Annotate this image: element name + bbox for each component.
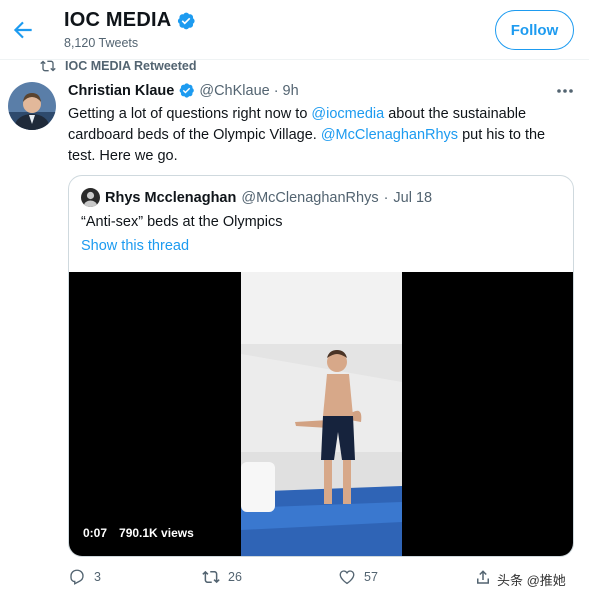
quoted-avatar [81, 188, 100, 207]
back-arrow-icon[interactable] [10, 17, 36, 43]
profile-header: IOC MEDIA 8,120 Tweets Follow [0, 0, 589, 60]
avatar[interactable] [8, 82, 56, 130]
quoted-author-name: Rhys Mcclenaghan [105, 189, 237, 206]
mention-link[interactable]: @iocmedia [311, 106, 384, 122]
separator-dot: · [273, 82, 279, 99]
author-handle[interactable]: @ChKlaue [199, 83, 269, 99]
video-duration: 0:07 [83, 526, 108, 540]
video-overlay: 0:07 790.1K views [83, 526, 194, 540]
page-title: IOC MEDIA [64, 9, 172, 31]
tweet-text: Getting a lot of questions right now to … [68, 104, 574, 167]
reply-button[interactable]: 3 [68, 568, 101, 586]
more-options-icon[interactable] [556, 88, 574, 94]
retweet-count: 26 [228, 570, 242, 584]
tweet-text-part: Getting a lot of questions right now to [68, 106, 312, 122]
like-button[interactable]: 57 [338, 568, 378, 586]
quoted-author-handle: @McClenaghanRhys [241, 189, 379, 206]
retweet-button[interactable]: 26 [202, 568, 242, 586]
tweet-count: 8,120 Tweets [64, 36, 139, 50]
tweet-author-row: Christian Klaue @ChKlaue · 9h [68, 82, 299, 99]
retweet-label: IOC MEDIA Retweeted [65, 59, 197, 73]
retweet-context: IOC MEDIA Retweeted [40, 58, 197, 74]
title-row: IOC MEDIA [64, 9, 196, 32]
show-thread-link[interactable]: Show this thread [81, 238, 189, 254]
video-views: 790.1K views [119, 526, 194, 540]
author-name[interactable]: Christian Klaue [68, 83, 174, 99]
share-button[interactable] [474, 568, 492, 586]
quoted-text: “Anti-sex” beds at the Olympics [81, 214, 283, 230]
tweet-time[interactable]: 9h [283, 83, 299, 99]
video-frame [241, 272, 402, 556]
mention-link[interactable]: @McClenaghanRhys [321, 127, 458, 143]
reply-icon [70, 569, 84, 585]
share-icon [477, 570, 489, 584]
reply-count: 3 [94, 570, 101, 584]
retweet-icon [40, 60, 56, 72]
like-count: 57 [364, 570, 378, 584]
follow-button[interactable]: Follow [495, 10, 574, 50]
quoted-tweet[interactable]: Rhys Mcclenaghan @McClenaghanRhys · Jul … [68, 175, 574, 557]
quoted-author-row: Rhys Mcclenaghan @McClenaghanRhys · Jul … [81, 188, 432, 207]
watermark: 头条 @推她 [497, 573, 566, 588]
retweet-icon [202, 570, 220, 584]
heart-icon [339, 570, 355, 585]
verified-badge-icon [178, 12, 195, 29]
verified-badge-icon [179, 83, 195, 98]
video-player[interactable]: 0:07 790.1K views [69, 272, 573, 556]
separator-dot: · [383, 189, 389, 206]
quoted-date: Jul 18 [393, 189, 433, 206]
